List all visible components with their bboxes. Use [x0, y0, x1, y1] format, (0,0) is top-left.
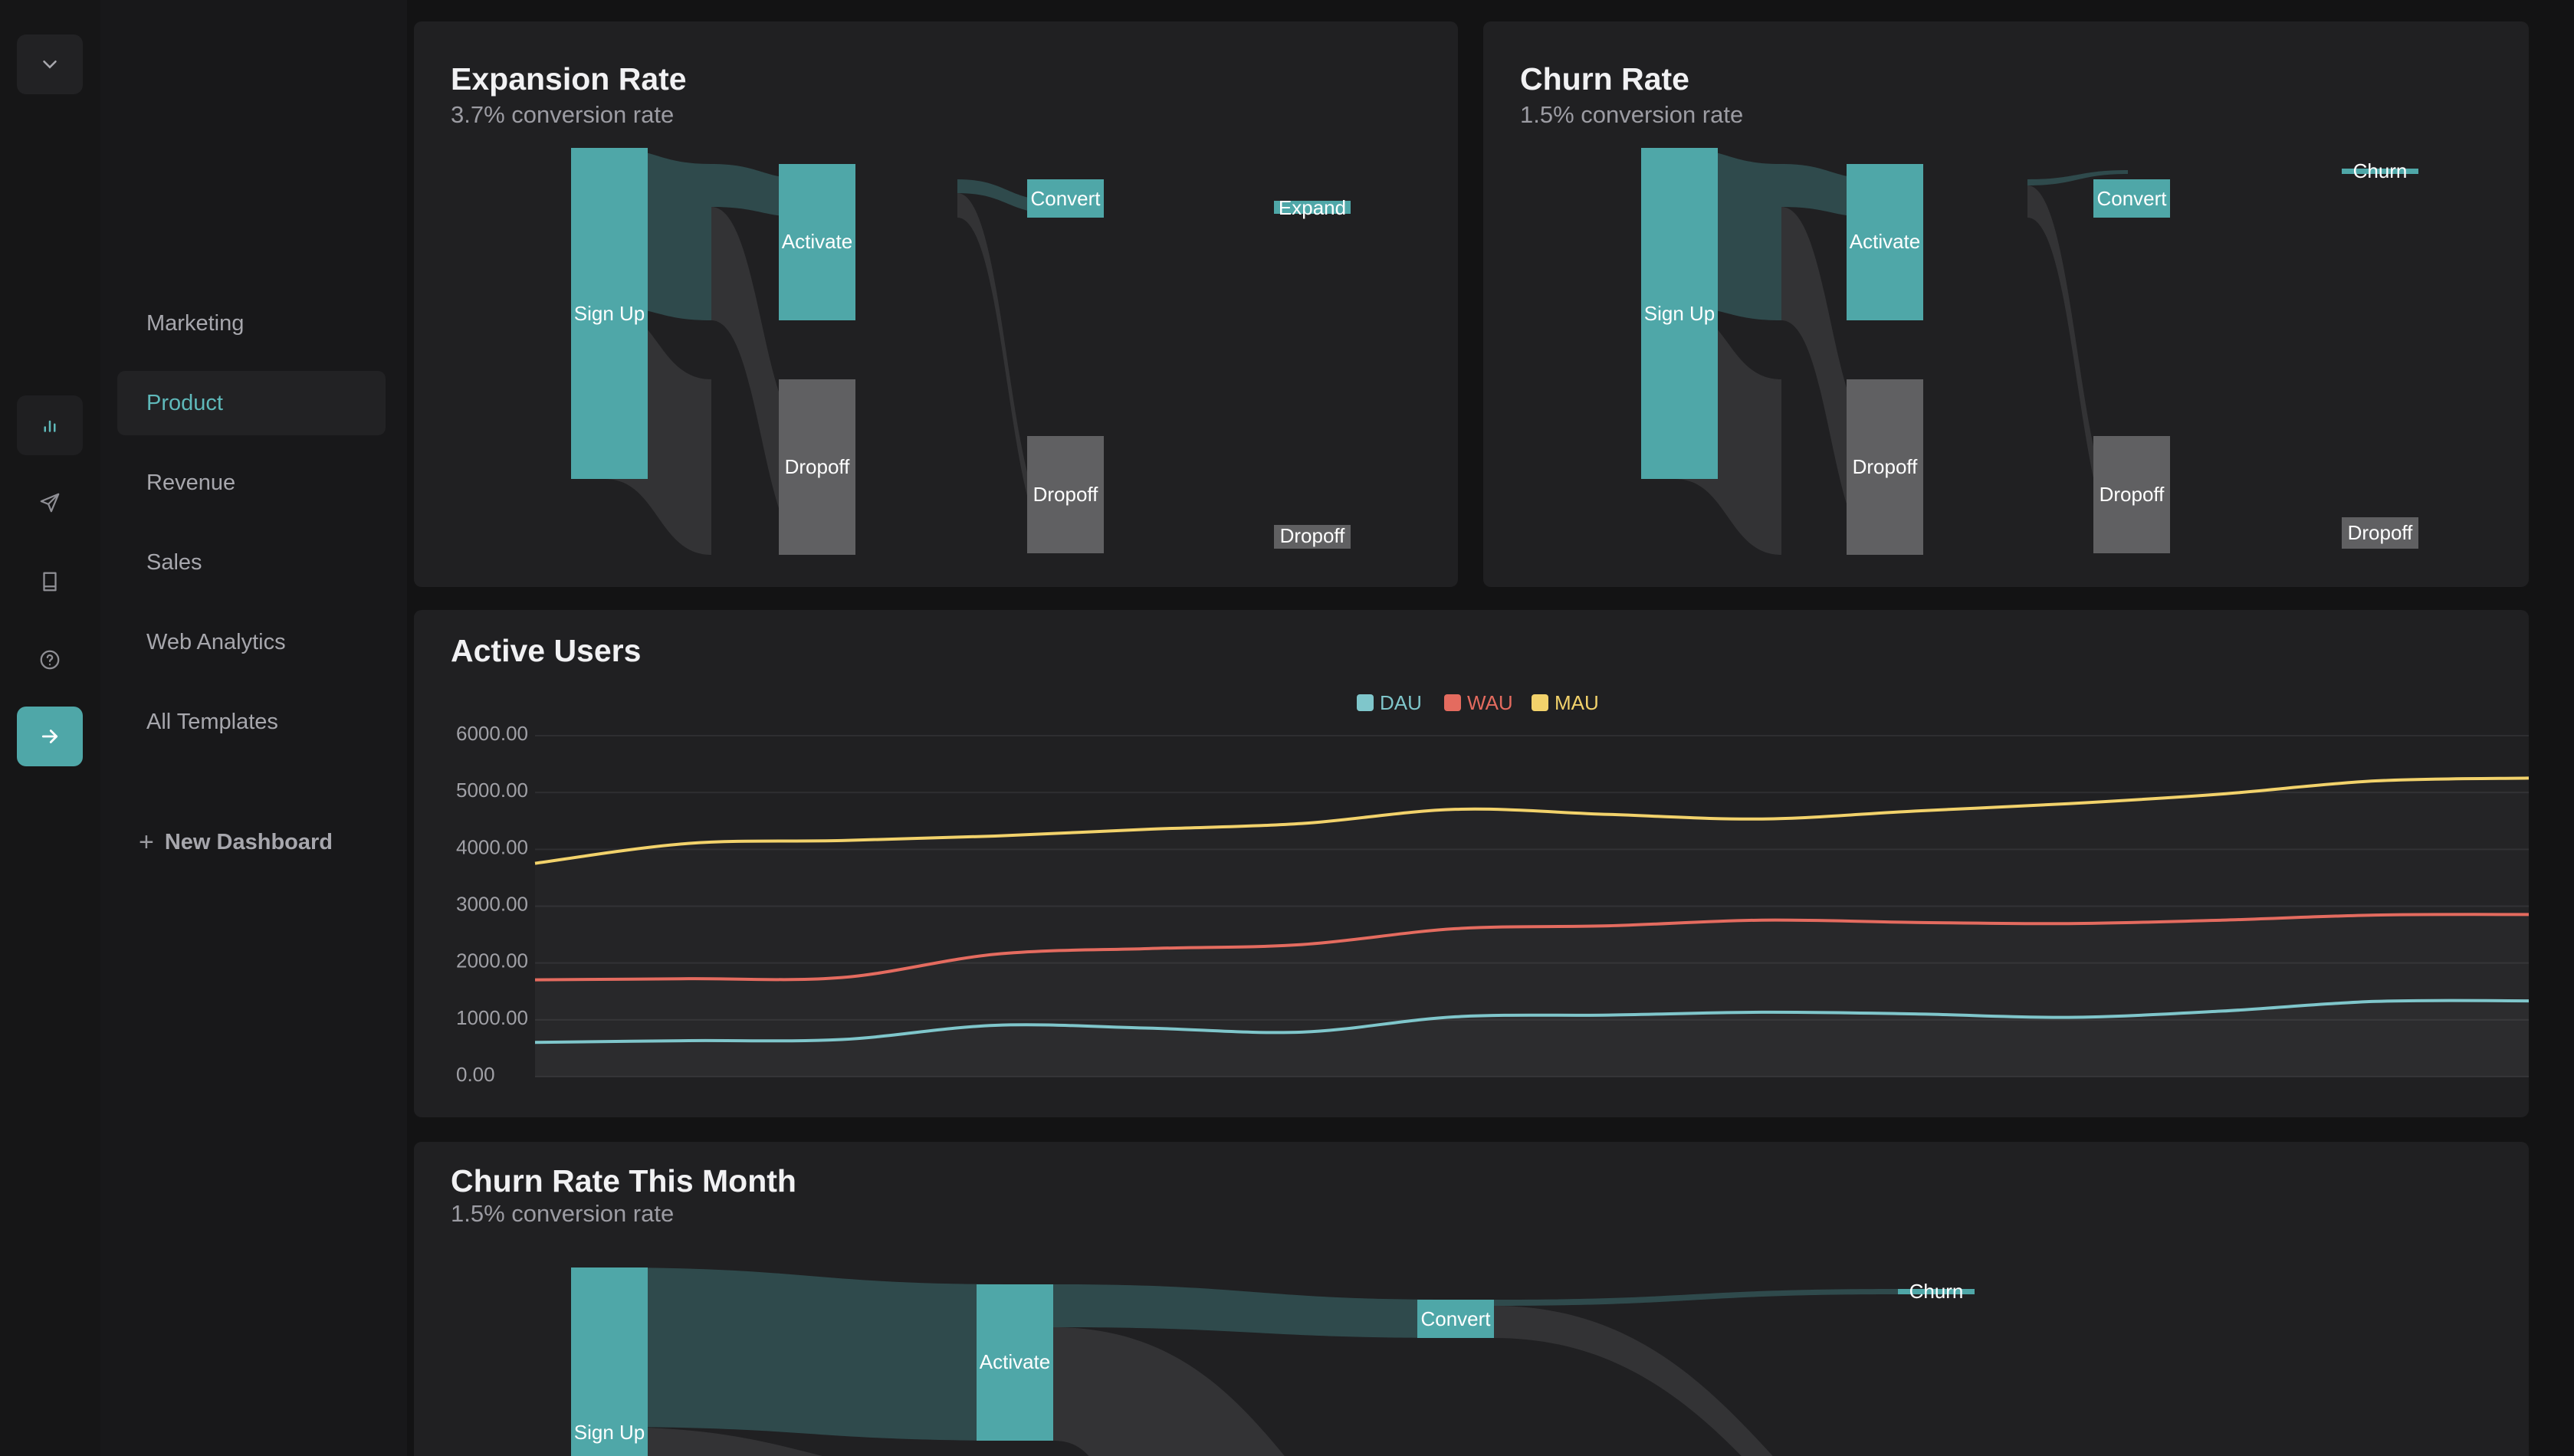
node-label: Activate [980, 1350, 1051, 1373]
churn-rate-card: Churn Rate 1.5% conversion rate Sign Up … [1483, 21, 2529, 587]
collapse-button[interactable] [17, 34, 83, 94]
y-tick-label: 3000.00 [456, 893, 528, 916]
node-label: Convert [2096, 187, 2167, 210]
node-label: Dropoff [2100, 483, 2165, 506]
node-label: Sign Up [574, 302, 645, 325]
node-label: Dropoff [2348, 521, 2414, 544]
link-convert-dropoff [1494, 1306, 1773, 1456]
node-label: Convert [1030, 187, 1101, 210]
active-users-card: Active Users 0.00 1000.00 2000.00 3000.00 40… [414, 610, 2529, 1117]
nav-item-product[interactable]: Product [117, 371, 386, 435]
churn-month-card: Churn Rate This Month 1.5% conversion ra… [414, 1142, 2529, 1456]
rail-go-button[interactable] [17, 707, 83, 766]
node-label: Sign Up [1644, 302, 1715, 325]
plus-icon: + [139, 827, 154, 857]
book-icon [43, 572, 57, 592]
new-dashboard-label: New Dashboard [164, 829, 333, 854]
y-tick-label: 1000.00 [456, 1006, 528, 1029]
nav-item-sales[interactable]: Sales [117, 530, 386, 595]
nav-item-web-analytics[interactable]: Web Analytics [117, 610, 386, 674]
dashboard-nav: Marketing Product Revenue Sales Web Anal… [100, 0, 407, 1456]
node-label: Activate [782, 230, 853, 253]
node-label: Churn [2353, 159, 2408, 182]
legend-label: WAU [1467, 691, 1513, 714]
rail-help-button[interactable] [17, 630, 83, 690]
active-users-chart: 0.00 1000.00 2000.00 3000.00 4000.00 5000.00 6… [456, 691, 2529, 1086]
legend-swatch [1357, 694, 1374, 711]
expansion-sankey: Sign Up Activate Dropoff Convert Dropoff… [571, 148, 1351, 555]
link-signup-activate [605, 1267, 1016, 1441]
y-tick-label: 4000.00 [456, 835, 528, 858]
node-label: Convert [1420, 1307, 1491, 1330]
send-icon [40, 493, 60, 513]
chevron-down-icon [43, 61, 57, 69]
nav-item-marketing[interactable]: Marketing [117, 291, 386, 356]
churn-sankey: Sign Up Activate Dropoff Convert Dropoff… [1641, 148, 2418, 555]
legend-label: MAU [1555, 691, 1599, 714]
nav-item-all-templates[interactable]: All Templates [117, 690, 386, 754]
rail-docs-button[interactable] [17, 552, 83, 612]
node-label: Sign Up [574, 1421, 645, 1444]
y-tick-label: 6000.00 [456, 722, 528, 745]
rail-send-button[interactable] [17, 473, 83, 533]
node-label: Activate [1850, 230, 1921, 253]
node-label: Churn [1909, 1280, 1964, 1303]
node-label: Expand [1279, 196, 1346, 219]
link-activate-convert [1053, 1284, 1456, 1338]
legend-label: DAU [1380, 691, 1422, 714]
rail-dashboards-button[interactable] [17, 395, 83, 455]
link-activate-dropoff [1053, 1327, 1285, 1456]
node-label: Dropoff [1853, 455, 1919, 478]
legend-swatch [1444, 694, 1461, 711]
bar-chart-icon [44, 420, 56, 432]
expansion-rate-card: Expansion Rate 3.7% conversion rate Sign… [414, 21, 1458, 587]
icon-rail [0, 0, 100, 1456]
main-content: Expansion Rate 3.7% conversion rate Sign… [407, 0, 2574, 1456]
churn-month-sankey: Sign Up Activate Convert Churn [571, 1267, 1975, 1456]
y-tick-label: 2000.00 [456, 949, 528, 972]
node-label: Dropoff [785, 455, 851, 478]
legend-swatch [1532, 694, 1548, 711]
help-circle-icon [40, 650, 60, 670]
link-convert-final [1494, 1289, 1898, 1306]
y-tick-label: 0.00 [456, 1063, 495, 1086]
node-label: Dropoff [1280, 524, 1346, 547]
y-tick-label: 5000.00 [456, 779, 528, 802]
new-dashboard-button[interactable]: + New Dashboard [139, 823, 333, 861]
node-label: Dropoff [1033, 483, 1099, 506]
nav-item-revenue[interactable]: Revenue [117, 451, 386, 515]
arrow-right-icon [41, 730, 58, 743]
